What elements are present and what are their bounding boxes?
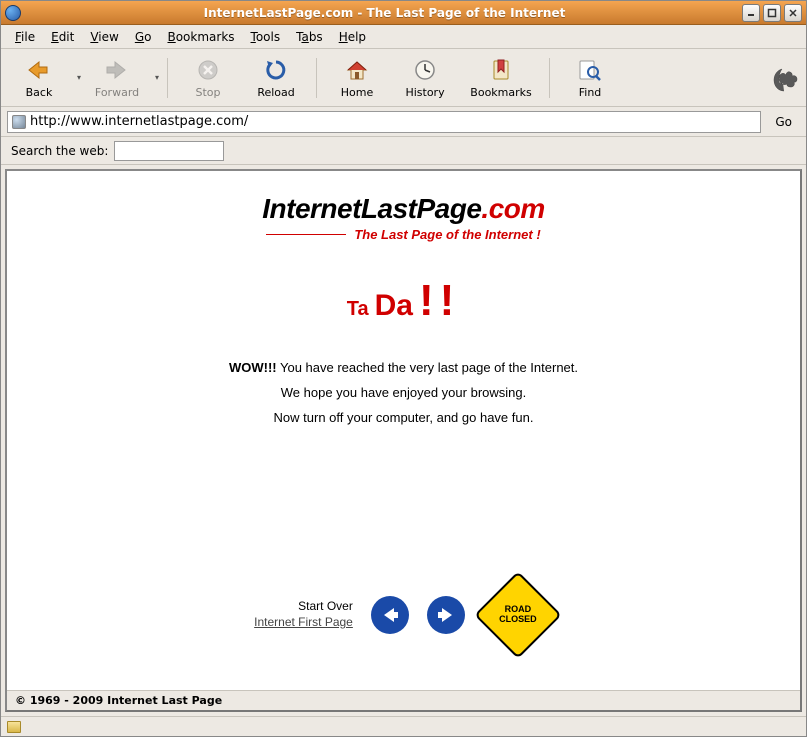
logo-block: InternetLastPage.com The Last Page of th… — [262, 193, 545, 242]
menu-edit[interactable]: Edit — [43, 27, 82, 47]
forward-icon — [103, 56, 131, 84]
arrow-right-icon — [434, 603, 458, 627]
toolbar: Back ▾ Forward ▾ Stop Reload — [1, 49, 806, 107]
history-icon — [413, 56, 437, 84]
road-closed-sign[interactable]: ROAD CLOSED — [474, 571, 562, 659]
stop-icon — [196, 56, 220, 84]
page-content: InternetLastPage.com The Last Page of th… — [7, 171, 800, 690]
search-input[interactable] — [114, 141, 224, 161]
back-button[interactable]: Back — [7, 52, 71, 104]
forward-button: Forward — [85, 52, 149, 104]
body-line-3: Now turn off your computer, and go have … — [229, 410, 578, 425]
road-closed-text: ROAD CLOSED — [499, 605, 537, 625]
menubar: File Edit View Go Bookmarks Tools Tabs H… — [1, 25, 806, 49]
address-bar: Go — [1, 107, 806, 137]
bookmarks-button[interactable]: Bookmarks — [461, 52, 541, 104]
body-line-1: WOW!!! You have reached the very last pa… — [229, 360, 578, 375]
logo-tagline-row: The Last Page of the Internet ! — [262, 227, 545, 242]
history-button[interactable]: History — [393, 52, 457, 104]
menu-tabs[interactable]: Tabs — [288, 27, 331, 47]
search-label: Search the web: — [11, 144, 108, 158]
viewport: InternetLastPage.com The Last Page of th… — [5, 169, 802, 712]
copyright: © 1969 - 2009 Internet Last Page — [7, 690, 800, 710]
menu-file[interactable]: File — [7, 27, 43, 47]
toolbar-separator — [316, 58, 317, 98]
prev-button[interactable] — [371, 596, 409, 634]
browser-window: InternetLastPage.com - The Last Page of … — [0, 0, 807, 737]
bookmarks-icon — [489, 56, 513, 84]
menu-view[interactable]: View — [82, 27, 126, 47]
toolbar-separator — [549, 58, 550, 98]
start-over-block: Start Over Internet First Page — [254, 599, 353, 630]
statusbar — [1, 716, 806, 736]
rule-line — [266, 234, 346, 235]
go-button[interactable]: Go — [767, 113, 800, 131]
back-dropdown-icon[interactable]: ▾ — [77, 73, 81, 82]
search-bar: Search the web: — [1, 137, 806, 165]
minimize-button[interactable] — [742, 4, 760, 22]
next-button[interactable] — [427, 596, 465, 634]
home-icon — [344, 56, 370, 84]
close-button[interactable] — [784, 4, 802, 22]
road-closed-wrap: ROAD CLOSED — [483, 580, 553, 650]
nav-row: Start Over Internet First Page ROAD — [254, 580, 553, 650]
logo-tagline: The Last Page of the Internet ! — [354, 227, 540, 242]
reload-icon — [264, 56, 288, 84]
find-icon — [577, 56, 603, 84]
content-area: InternetLastPage.com The Last Page of th… — [1, 165, 806, 716]
stop-button: Stop — [176, 52, 240, 104]
throbber-icon — [768, 62, 800, 94]
body-text: WOW!!! You have reached the very last pa… — [229, 350, 578, 435]
address-input[interactable] — [30, 114, 756, 129]
menu-tools[interactable]: Tools — [243, 27, 289, 47]
titlebar: InternetLastPage.com - The Last Page of … — [1, 1, 806, 25]
back-icon — [25, 56, 53, 84]
app-icon — [5, 5, 21, 21]
maximize-button[interactable] — [763, 4, 781, 22]
window-controls — [742, 4, 802, 22]
status-icon — [7, 721, 21, 733]
arrow-left-icon — [378, 603, 402, 627]
favicon-icon — [12, 115, 26, 129]
menu-go[interactable]: Go — [127, 27, 160, 47]
first-page-link[interactable]: Internet First Page — [254, 615, 353, 629]
find-button[interactable]: Find — [558, 52, 622, 104]
toolbar-separator — [167, 58, 168, 98]
menu-bookmarks[interactable]: Bookmarks — [159, 27, 242, 47]
home-button[interactable]: Home — [325, 52, 389, 104]
logo-text: InternetLastPage.com — [262, 193, 545, 225]
menu-help[interactable]: Help — [331, 27, 374, 47]
tada-heading: Ta Da !! — [347, 276, 461, 326]
start-over-label: Start Over — [254, 599, 353, 615]
body-line-2: We hope you have enjoyed your browsing. — [229, 385, 578, 400]
reload-button[interactable]: Reload — [244, 52, 308, 104]
forward-dropdown-icon[interactable]: ▾ — [155, 73, 159, 82]
address-input-wrap[interactable] — [7, 111, 761, 133]
window-title: InternetLastPage.com - The Last Page of … — [27, 6, 742, 20]
